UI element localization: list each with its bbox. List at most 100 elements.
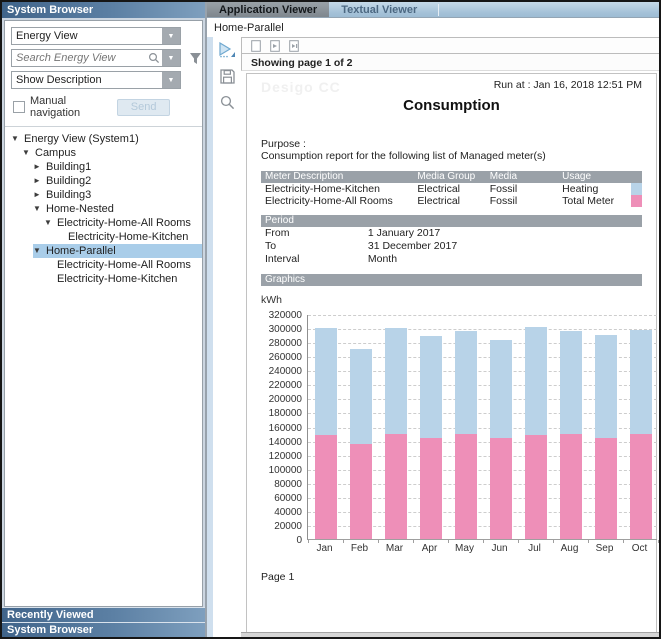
tab-separator (438, 4, 439, 16)
x-tick-label: Mar (377, 543, 412, 554)
page-icon[interactable] (251, 40, 261, 52)
chevron-down-icon[interactable]: ▼ (162, 72, 180, 88)
y-tick-label: 60000 (256, 493, 302, 504)
system-browser-bar[interactable]: System Browser (2, 622, 205, 637)
tree-item-energy-view-system1-[interactable]: ▼Energy View (System1) (5, 132, 202, 146)
bar-segment (420, 336, 442, 438)
send-button[interactable]: Send (117, 99, 170, 116)
bar-jun (490, 340, 512, 539)
report-scroll-area[interactable]: Desigo CC Run at : Jan 16, 2018 12:51 PM… (241, 71, 659, 637)
tree-item-electricity-home-kitchen[interactable]: Electricity-Home-Kitchen (5, 230, 202, 244)
tree-item-building1[interactable]: ►Building1 (5, 160, 202, 174)
chart-unit-label: kWh (261, 294, 642, 306)
chevron-down-icon[interactable]: ▼ (162, 28, 180, 44)
gridline (308, 315, 657, 316)
tree-item-electricity-home-kitchen[interactable]: Electricity-Home-Kitchen (5, 272, 202, 286)
horizontal-scrollbar[interactable] (241, 632, 659, 637)
y-tick-label: 160000 (256, 423, 302, 434)
col-meter-description: Meter Description (261, 171, 413, 183)
zoom-icon[interactable] (220, 95, 235, 110)
x-tick-label: Jul (517, 543, 552, 554)
paging-status: Showing page 1 of 2 (241, 54, 659, 71)
search-input[interactable] (12, 50, 148, 66)
collapsed-icon[interactable]: ► (33, 188, 46, 202)
tree-item-label: Building2 (46, 174, 91, 188)
tree-item-electricity-home-all-rooms[interactable]: ▼Electricity-Home-All Rooms (5, 216, 202, 230)
page-nav-toolbar (241, 37, 659, 54)
page-next-icon[interactable] (270, 40, 280, 52)
series-color-swatch (631, 183, 642, 195)
expanded-icon[interactable]: ▼ (33, 244, 46, 258)
expanded-icon[interactable]: ▼ (44, 216, 57, 230)
display-mode-dropdown[interactable]: Show Description ▼ (11, 71, 181, 89)
expanded-icon[interactable]: ▼ (33, 202, 46, 216)
viewer-body: Showing page 1 of 2 Desigo CC Run at : J… (207, 37, 659, 637)
tree-item-home-nested[interactable]: ▼Home-Nested (5, 202, 202, 216)
bar-aug (560, 331, 582, 539)
bar-segment (560, 434, 582, 539)
y-tick-label: 180000 (256, 408, 302, 419)
chart-y-axis-labels: 3200003000002800002600002400002200002000… (261, 315, 307, 540)
y-tick-label: 280000 (256, 338, 302, 349)
collapsed-icon[interactable]: ► (33, 160, 46, 174)
display-mode-value: Show Description (12, 72, 162, 88)
meter-cell: Electricity-Home-All Rooms (261, 195, 413, 207)
y-tick-label: 320000 (256, 310, 302, 321)
system-browser-titlebar[interactable]: System Browser (2, 2, 205, 18)
meter-cell: Electrical (413, 183, 485, 195)
bar-segment (385, 434, 407, 539)
meter-cell: Heating (558, 183, 630, 195)
search-icon[interactable] (148, 50, 160, 66)
search-options-chevron-icon[interactable]: ▼ (162, 50, 180, 66)
search-box: ▼ (11, 49, 181, 67)
tree-item-campus[interactable]: ▼Campus (5, 146, 202, 160)
tree-item-label: Electricity-Home-All Rooms (57, 216, 191, 230)
expanded-icon[interactable]: ▼ (11, 132, 24, 146)
period-cell: Month (364, 253, 642, 266)
purpose-label: Purpose : (261, 138, 642, 150)
period-rows: From1 January 2017To31 December 2017Inte… (261, 227, 642, 266)
y-tick-label: 40000 (256, 507, 302, 518)
tree-item-label: Electricity-Home-Kitchen (68, 230, 188, 244)
col-media: Media (486, 171, 558, 183)
y-tick-label: 200000 (256, 394, 302, 405)
y-tick-label: 260000 (256, 352, 302, 363)
x-tick-label: May (447, 543, 482, 554)
page-last-icon[interactable] (289, 40, 301, 52)
tree-item-electricity-home-all-rooms[interactable]: Electricity-Home-All Rooms (5, 258, 202, 272)
y-tick-label: 20000 (256, 521, 302, 532)
bar-segment (490, 438, 512, 539)
tree-item-building3[interactable]: ►Building3 (5, 188, 202, 202)
view-selector-value: Energy View (12, 28, 162, 44)
manual-navigation-checkbox[interactable] (13, 101, 25, 113)
view-selector-dropdown[interactable]: Energy View ▼ (11, 27, 181, 45)
bar-apr (420, 336, 442, 539)
bar-segment (595, 335, 617, 438)
filter-icon[interactable] (189, 52, 202, 65)
y-tick-label: 220000 (256, 380, 302, 391)
tree-item-home-parallel[interactable]: ▼Home-Parallel (5, 244, 202, 258)
recently-viewed-bar[interactable]: Recently Viewed (2, 607, 205, 622)
meter-table-row: Electricity-Home-KitchenElectricalFossil… (261, 183, 642, 195)
meter-table-row: Electricity-Home-All RoomsElectricalFoss… (261, 195, 642, 207)
period-cell: 31 December 2017 (364, 240, 642, 253)
bar-sep (595, 335, 617, 539)
period-row: From1 January 2017 (261, 227, 642, 240)
meter-cell: Fossil (486, 183, 558, 195)
x-tick-label: Aug (552, 543, 587, 554)
expanded-icon[interactable]: ▼ (22, 146, 35, 160)
y-tick-label: 140000 (256, 437, 302, 448)
tab-textual-viewer[interactable]: Textual Viewer (329, 2, 439, 17)
tree-item-building2[interactable]: ►Building2 (5, 174, 202, 188)
collapsed-icon[interactable]: ► (33, 174, 46, 188)
save-report-icon[interactable] (220, 69, 235, 84)
meter-cell: Electricity-Home-Kitchen (261, 183, 413, 195)
meter-table-header: Meter Description Media Group Media Usag… (261, 171, 642, 183)
tree-item-label: Electricity-Home-Kitchen (57, 272, 177, 286)
bar-segment (420, 438, 442, 539)
tab-application-viewer[interactable]: Application Viewer (207, 2, 329, 17)
tree-item-label: Building3 (46, 188, 91, 202)
bar-oct (630, 330, 652, 539)
run-report-icon[interactable] (218, 42, 236, 58)
system-browser-panel: System Browser Energy View ▼ ▼ (2, 2, 207, 637)
